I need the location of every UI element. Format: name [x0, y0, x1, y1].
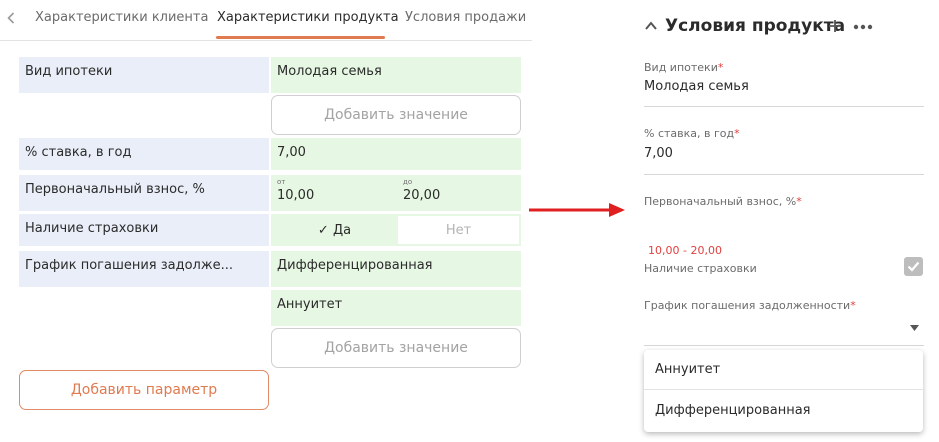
insurance-checkbox[interactable]	[904, 257, 923, 276]
toggle-no-option[interactable]: Нет	[398, 216, 519, 244]
param-value-rate[interactable]: 7,00	[271, 138, 521, 170]
schedule-dropdown-menu: Аннуитет Дифференцированная	[644, 350, 923, 432]
param-value-mortgage-type[interactable]: Молодая семья	[271, 57, 521, 93]
range-from-label: от	[277, 178, 286, 186]
param-value-differentiated[interactable]: Дифференцированная	[271, 251, 521, 287]
active-tab-indicator	[216, 36, 385, 39]
field-value-rate[interactable]: 7,00	[644, 146, 673, 161]
dropdown-option-annuity[interactable]: Аннуитет	[644, 350, 923, 390]
insurance-toggle: ✓ Да Нет	[271, 214, 521, 246]
more-options-icon[interactable]	[853, 24, 873, 30]
field-label-repayment-schedule: График погашения задолженности*	[644, 299, 856, 312]
range-to-field[interactable]: до 20,00	[397, 175, 521, 211]
arrow-right-icon	[529, 203, 625, 217]
field-label-rate: % ставка, в год*	[644, 127, 740, 140]
schedule-select[interactable]	[644, 316, 904, 340]
tab-client-characteristics[interactable]: Характеристики клиента	[35, 10, 208, 25]
add-parameter-button[interactable]: Добавить параметр	[19, 370, 269, 410]
dropdown-option-differentiated[interactable]: Дифференцированная	[644, 391, 923, 431]
field-underline	[644, 106, 924, 107]
field-underline	[644, 345, 924, 346]
caret-down-icon[interactable]	[910, 325, 919, 331]
range-to-value: 20,00	[403, 188, 441, 203]
param-range-down-payment: от 10,00 до 20,00	[271, 175, 521, 211]
field-input-down-payment[interactable]	[644, 212, 924, 238]
field-label-insurance: Наличие страховки	[644, 262, 757, 275]
chevron-up-icon[interactable]	[644, 19, 658, 33]
param-label-down-payment: Первоначальный взнос, %	[19, 175, 269, 211]
field-underline	[644, 174, 924, 175]
param-label-insurance: Наличие страховки	[19, 214, 269, 246]
param-value-annuity[interactable]: Аннуитет	[271, 290, 521, 326]
tab-bar: Характеристики клиента Характеристики пр…	[0, 0, 532, 41]
range-from-field[interactable]: от 10,00	[271, 175, 395, 211]
plus-icon[interactable]	[828, 19, 842, 33]
add-value-button[interactable]: Добавить значение	[271, 95, 521, 135]
range-from-value: 10,00	[277, 188, 315, 203]
field-value-mortgage-type[interactable]: Молодая семья	[644, 79, 749, 94]
tab-product-characteristics[interactable]: Характеристики продукта	[217, 10, 399, 25]
toggle-yes-option[interactable]: ✓ Да	[271, 214, 398, 246]
range-to-label: до	[403, 178, 413, 186]
check-icon	[907, 261, 920, 272]
add-value-button[interactable]: Добавить значение	[271, 328, 521, 368]
param-label-mortgage-type: Вид ипотеки	[19, 57, 269, 93]
field-hint-down-payment-range: 10,00 - 20,00	[648, 244, 722, 257]
param-label-rate: % ставка, в год	[19, 138, 269, 170]
panel-title: Условия продукта	[665, 16, 846, 36]
tab-sale-conditions[interactable]: Условия продажи	[405, 10, 526, 25]
chevron-left-icon[interactable]	[4, 8, 18, 28]
field-label-mortgage-type: Вид ипотеки*	[644, 61, 724, 74]
param-label-repayment-schedule: График погашения задолже...	[19, 251, 269, 287]
field-label-down-payment: Первоначальный взнос, %*	[644, 195, 802, 208]
